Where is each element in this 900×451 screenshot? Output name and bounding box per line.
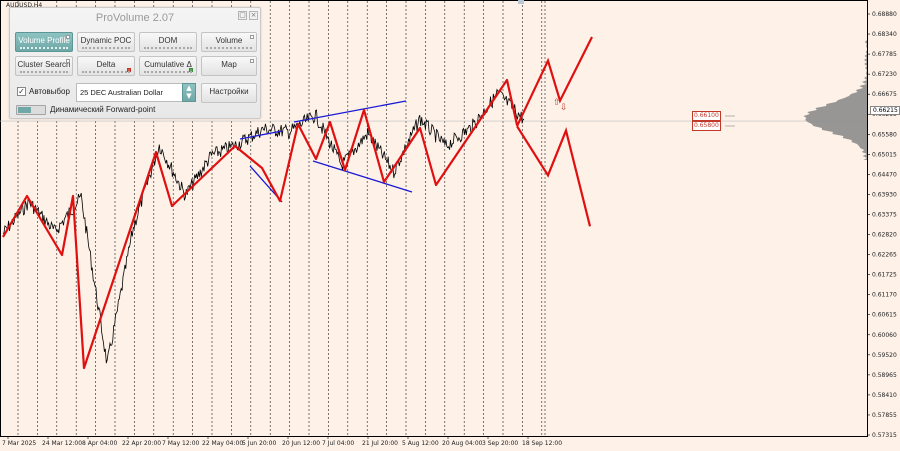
dynamic-poc-label: Dynamic POC [80,36,132,45]
delta-label: Delta [96,60,116,69]
cumulative-delta-label: Cumulative Δ [144,60,192,69]
cluster-search-label: Cluster Search [17,60,71,69]
price-tick-label: 0.62265 [872,252,897,259]
delta-button[interactable]: Delta [77,56,135,76]
price-tick-label: 0.63930 [872,191,897,198]
price-tick-label: 0.65580 [872,131,897,138]
dots-icon [20,45,68,49]
volume-label: Volume [215,36,243,45]
zigzag-projection-down [516,125,592,227]
price-tick-label: 0.61170 [872,292,897,299]
map-button[interactable]: Map [201,56,257,76]
volume-profile-label: Volume Profile [18,36,70,45]
dots-icon [206,45,252,49]
instrument-select[interactable]: 25 DEC Australian Dollar [76,83,196,102]
auto-select-label: Автовыбор [29,87,70,96]
option-icon[interactable] [250,59,254,63]
time-tick-label: 20 Jun 12:00 [282,440,320,447]
option-icon[interactable] [250,35,254,39]
forward-point-label: Динамический Forward-point [50,105,156,114]
time-tick-label: 7 May 12:00 [162,440,200,447]
price-tick-label: 0.58410 [872,392,897,399]
time-tick-label: 24 Mar 12:00 [42,440,82,447]
map-label: Map [221,60,237,69]
price-tick-label: 0.68880 [872,11,897,18]
price-tick-label: 0.60615 [872,312,897,319]
minimize-icon[interactable]: ▢ [238,11,247,20]
price-tick-label: 0.63375 [872,211,897,218]
volume-button[interactable]: Volume [201,32,257,52]
dom-label: DOM [158,36,178,45]
zigzag-main [2,78,519,370]
dots-icon [144,45,192,49]
forward-point-toggle[interactable] [16,105,46,115]
cluster-search-button[interactable]: Cluster Search [15,56,73,76]
price-tick-label: 0.65015 [872,151,897,158]
chevron-updown-icon[interactable]: ▲ ▼ [182,83,196,102]
time-tick-label: 21 Jul 20:00 [362,440,398,447]
dom-button[interactable]: DOM [139,32,197,52]
zigzag-projection-up [516,36,593,127]
price-tag-lower: 0.65800 [692,121,721,131]
time-tick-label: 5 Jun 20:00 [242,440,276,447]
down-arrow-icon: ⇩ [560,103,568,113]
price-tick-label: 0.64470 [872,171,897,178]
channel-line [312,160,413,193]
close-icon[interactable]: × [249,11,258,20]
channel-line [293,100,407,123]
time-tick-label: 5 Aug 12:00 [402,440,439,447]
dots-icon [144,69,192,73]
price-tick-label: 0.67230 [872,71,897,78]
time-tick-label: 7 Jul 04:00 [322,440,354,447]
dots-icon [82,69,130,73]
current-price-label: 0.66215 [870,106,900,115]
price-tick-label: 0.59520 [872,352,897,359]
time-tick-label: 7 Mar 2025 [2,440,36,447]
provolume-panel: ProVolume 2.07 ▢ × Volume Profile Dynami… [9,7,261,119]
price-tick-label: 0.60060 [872,332,897,339]
time-tick-label: 8 Apr 04:00 [82,440,117,447]
option-icon[interactable] [66,35,70,39]
price-tick-label: 0.61725 [872,272,897,279]
dots-icon [20,69,68,73]
time-tick-label: 20 Aug 04:00 [442,440,483,447]
time-tick-label: 22 May 04:00 [202,440,243,447]
scroll-marker[interactable] [518,0,524,4]
time-tick-label: 22 Apr 20:00 [122,440,161,447]
price-tick-label: 0.58965 [872,372,897,379]
volume-profile-histogram [803,40,867,160]
price-tag-upper: 0.66100 [692,111,721,121]
settings-label: Настройки [209,87,249,96]
time-tick-label: 18 Sep 12:00 [522,440,562,447]
cumulative-delta-button[interactable]: Cumulative Δ [139,56,197,76]
volume-profile-button[interactable]: Volume Profile [15,32,73,52]
price-tick-label: 0.57315 [872,432,897,439]
price-tick-label: 0.66675 [872,91,897,98]
dots-icon [82,45,130,49]
settings-button[interactable]: Настройки [201,83,257,103]
price-tick-label: 0.67785 [872,51,897,58]
auto-select-checkbox[interactable]: ✓ [17,87,26,96]
option-icon[interactable] [66,59,70,63]
price-tick-label: 0.62820 [872,232,897,239]
price-tick-label: 0.68340 [872,31,897,38]
panel-title: ProVolume 2.07 [95,12,175,24]
time-tick-label: 3 Sep 20:00 [482,440,518,447]
price-tick-label: 0.57855 [872,412,897,419]
dynamic-poc-button[interactable]: Dynamic POC [77,32,135,52]
